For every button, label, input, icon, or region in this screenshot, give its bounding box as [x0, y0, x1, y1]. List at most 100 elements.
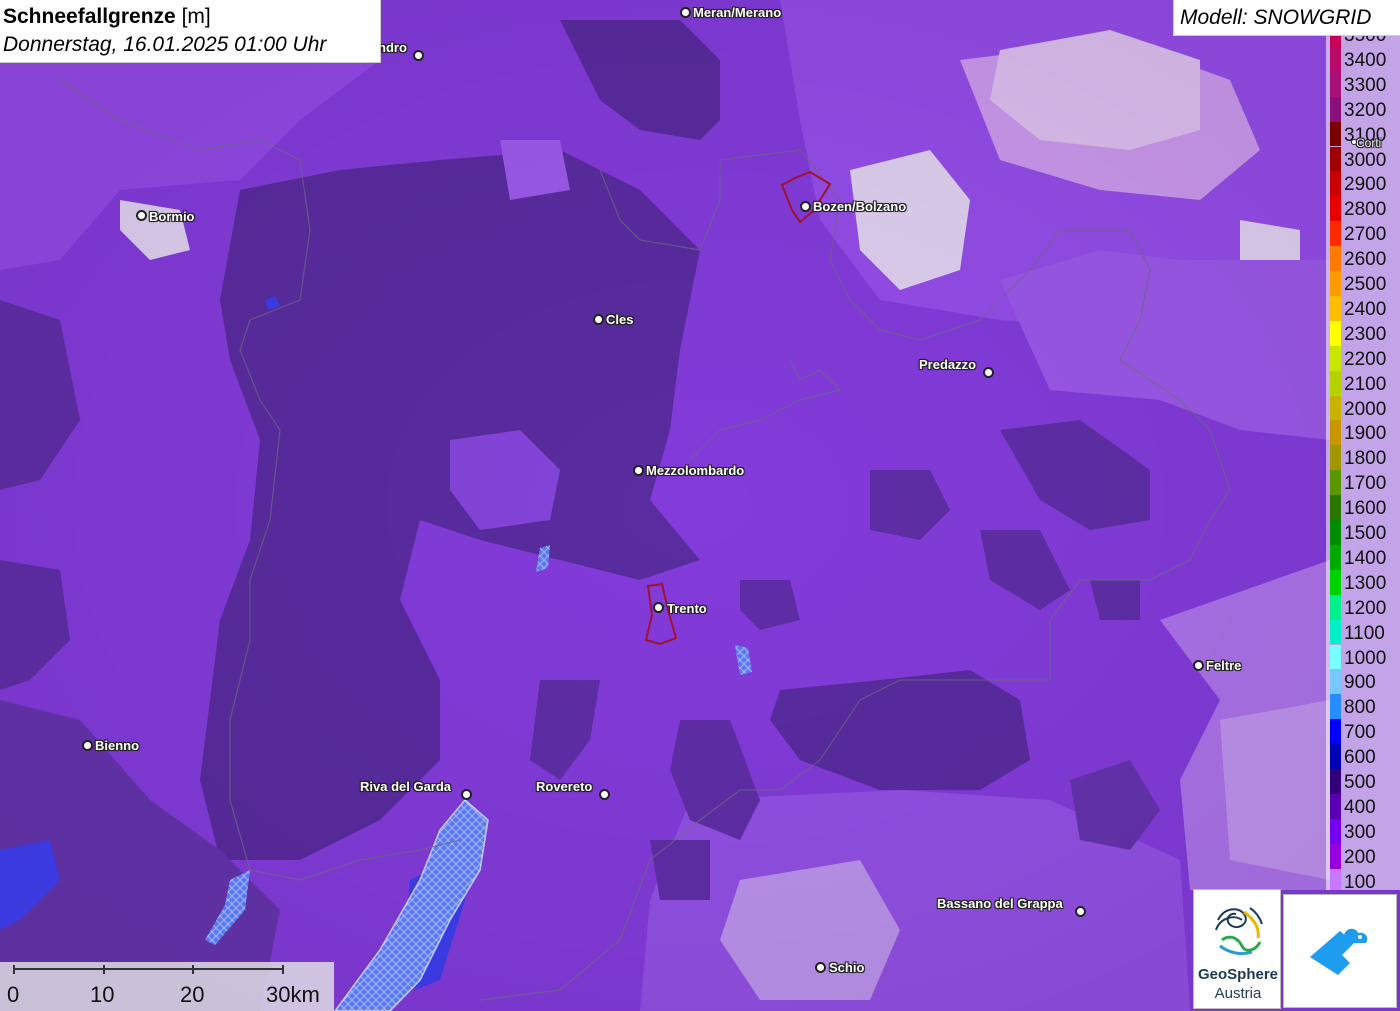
legend-item: 2300 [1326, 320, 1400, 346]
city-label-bienno[interactable]: Bienno [95, 738, 139, 753]
city-dot-rovereto[interactable] [599, 789, 610, 800]
legend-label: 3400 [1344, 49, 1387, 71]
legend-label: 1800 [1344, 448, 1387, 470]
city-label-feltre[interactable]: Feltre [1206, 658, 1241, 673]
legend-item: 1200 [1326, 594, 1400, 620]
legend-label: 2800 [1344, 199, 1387, 221]
legend-swatch [1330, 520, 1341, 545]
city-dot-trento[interactable] [653, 602, 664, 613]
hillshade-overlay [0, 0, 1400, 1011]
legend-label: 3500 [1344, 36, 1386, 47]
legend-item: 2700 [1326, 221, 1400, 247]
app-logo[interactable] [1283, 894, 1397, 1008]
city-dot-corti[interactable] [1351, 139, 1357, 145]
city-dot-cles[interactable] [593, 314, 604, 325]
snowfall-map[interactable] [0, 0, 1400, 1011]
city-label-cles[interactable]: Cles [606, 312, 633, 327]
city-label-corti[interactable]: Corti [1356, 136, 1381, 150]
legend-item: 2800 [1326, 196, 1400, 222]
city-dot-bassano[interactable] [1075, 906, 1086, 917]
legend-swatch [1330, 569, 1341, 595]
legend-swatch [1330, 445, 1341, 471]
legend-swatch [1330, 818, 1341, 844]
legend-item: 2400 [1326, 295, 1400, 321]
legend-swatch [1330, 669, 1341, 695]
city-dot-schio[interactable] [815, 962, 826, 973]
geosphere-emblem-icon [1215, 907, 1263, 956]
city-dot-mezzolombardo[interactable] [633, 465, 644, 476]
city-label-bormio[interactable]: Bormio [149, 209, 195, 224]
legend-item: 700 [1326, 719, 1400, 745]
city-dot-bormio[interactable] [136, 210, 147, 221]
legend-item: 3200 [1326, 96, 1400, 122]
legend-label: 2400 [1344, 298, 1387, 320]
city-dot-ndro[interactable] [413, 50, 424, 61]
legend-item: 1800 [1326, 445, 1400, 471]
legend-label: 2900 [1344, 174, 1387, 196]
legend-item: 2200 [1326, 345, 1400, 371]
legend-swatch [1330, 36, 1341, 47]
legend-swatch [1330, 121, 1341, 147]
city-dot-feltre[interactable] [1193, 660, 1204, 671]
city-label-schio[interactable]: Schio [829, 960, 864, 975]
scale-label-20: 20 [180, 982, 205, 1007]
legend-swatch [1330, 395, 1341, 421]
geosphere-logo[interactable]: GeoSphere Austria [1193, 889, 1281, 1009]
legend-swatch [1330, 96, 1341, 122]
city-label-bassano[interactable]: Bassano del Grappa [937, 896, 1063, 911]
legend-swatch [1330, 146, 1341, 172]
map-title: Schneefallgrenze [m] [3, 5, 211, 29]
city-label-merano[interactable]: Meran/Merano [693, 5, 781, 20]
legend-label: 1700 [1344, 473, 1387, 495]
city-label-rovereto[interactable]: Rovereto [536, 779, 592, 794]
legend-swatch [1330, 495, 1341, 520]
legend-swatch [1330, 694, 1341, 720]
legend-label: 700 [1344, 722, 1376, 744]
city-label-predazzo[interactable]: Predazzo [919, 357, 976, 372]
color-legend: 3500340033003200310030002900280027002600… [1326, 36, 1400, 890]
legend-label: 3300 [1344, 74, 1387, 96]
legend-label: 600 [1344, 747, 1376, 769]
map-title-unit: [m] [181, 5, 211, 28]
city-label-bolzano[interactable]: Bozen/Bolzano [813, 199, 906, 214]
legend-label: 3200 [1344, 99, 1387, 121]
map-title-text: Schneefallgrenze [3, 5, 176, 28]
legend-swatch [1330, 769, 1341, 794]
city-label-ndro[interactable]: ndro [378, 40, 407, 55]
legend-item: 1500 [1326, 520, 1400, 545]
city-dot-bienno[interactable] [82, 740, 93, 751]
city-dot-predazzo[interactable] [983, 367, 994, 378]
legend-label: 2700 [1344, 224, 1387, 246]
map-datetime: Donnerstag, 16.01.2025 01:00 Uhr [3, 33, 327, 56]
city-label-riva[interactable]: Riva del Garda [360, 779, 451, 794]
legend-item: 100 [1326, 868, 1400, 890]
legend-item: 300 [1326, 818, 1400, 844]
legend-swatch [1330, 295, 1341, 321]
city-label-trento[interactable]: Trento [667, 601, 707, 616]
legend-item: 1300 [1326, 569, 1400, 595]
legend-item: 3500 [1326, 36, 1400, 47]
geosphere-name: GeoSphere [1197, 966, 1279, 983]
model-box: Modell: SNOWGRID [1173, 0, 1400, 36]
legend-swatch [1330, 71, 1341, 97]
legend-item: 200 [1326, 843, 1400, 869]
geosphere-country: Austria [1214, 985, 1262, 1002]
city-label-mezzolombardo[interactable]: Mezzolombardo [646, 463, 744, 478]
legend-item: 1400 [1326, 544, 1400, 570]
legend-label: 2100 [1344, 373, 1387, 395]
city-dot-merano[interactable] [680, 7, 691, 18]
legend-swatch [1330, 719, 1341, 745]
mountain-cloud-icon [1310, 928, 1368, 975]
legend-swatch [1330, 843, 1341, 869]
city-dot-riva[interactable] [461, 789, 472, 800]
city-dot-bolzano[interactable] [800, 201, 811, 212]
legend-label: 1400 [1344, 547, 1387, 569]
legend-item: 1700 [1326, 470, 1400, 496]
legend-label: 2300 [1344, 323, 1387, 345]
legend-label: 300 [1344, 821, 1376, 843]
legend-swatch [1330, 619, 1341, 645]
legend-swatch [1330, 46, 1341, 72]
legend-swatch [1330, 544, 1341, 570]
legend-item: 1100 [1326, 619, 1400, 645]
legend-label: 2500 [1344, 274, 1387, 295]
